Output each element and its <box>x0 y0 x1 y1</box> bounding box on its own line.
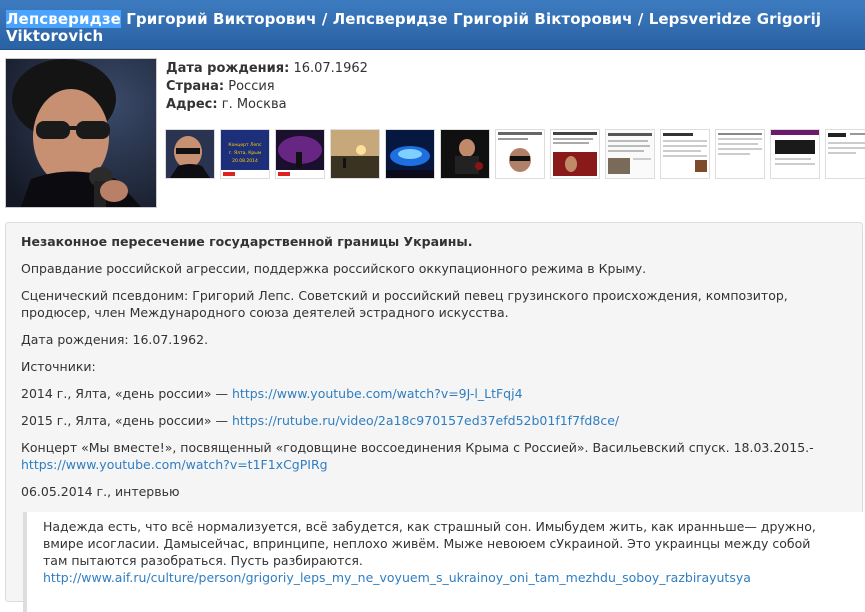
source-item: 2015 г., Ялта, «день россии» — https://r… <box>21 412 619 429</box>
gallery-thumbnail[interactable] <box>550 129 600 179</box>
source-text: Концерт «Мы вместе!», посвященный «годов… <box>21 440 814 455</box>
gallery-thumbnail[interactable] <box>440 129 490 179</box>
quote-text: там пытаются разобраться. Пусть разбираю… <box>43 553 363 568</box>
profile-info: Дата рождения: 16.07.1962 Страна: Россия… <box>166 60 368 114</box>
birth-date-value: 16.07.1962 <box>293 61 368 76</box>
gallery-thumbnail[interactable] <box>495 129 545 179</box>
birth-date-label: Дата рождения: <box>166 61 290 76</box>
description-paragraph: Оправдание российской агрессии, поддержк… <box>21 261 647 276</box>
page-header: Лепсверидзе Григорий Викторович / Лепсве… <box>0 0 865 50</box>
profile-photo[interactable] <box>5 58 157 208</box>
quote-source-link[interactable]: http://www.aif.ru/culture/person/grigori… <box>43 570 751 585</box>
source-link[interactable]: https://www.youtube.com/watch?v=t1F1xCgP… <box>21 457 328 472</box>
gallery-thumbnail[interactable] <box>330 129 380 179</box>
country-value: Россия <box>228 79 275 94</box>
source-link[interactable]: https://www.youtube.com/watch?v=9J-l_LtF… <box>232 386 523 401</box>
quote-text: вмире исогласии. Дамысейчас, впринципе, … <box>43 536 811 551</box>
source-text: 2015 г., Ялта, «день россии» — <box>21 413 232 428</box>
gallery-thumbnail[interactable] <box>660 129 710 179</box>
title-text-line2: Viktorovich <box>6 27 104 45</box>
quote-link-row: http://www.aif.ru/culture/person/grigori… <box>43 569 863 586</box>
birth-date-row: Дата рождения: 16.07.1962 <box>166 60 368 78</box>
source-link[interactable]: https://rutube.ru/video/2a18c970157ed37e… <box>232 413 619 428</box>
address-value: г. Москва <box>221 97 287 112</box>
title-highlight: Лепсверидзе <box>6 10 121 28</box>
gallery-thumbnail[interactable]: Концерт Лепс г. Ялта, Крым 20.08.2014 <box>220 129 270 179</box>
svg-text:20.08.2014: 20.08.2014 <box>232 158 258 164</box>
address-row: Адрес: г. Москва <box>166 96 368 114</box>
profile-photo-image <box>6 59 156 207</box>
source-text: 2014 г., Ялта, «день россии» — <box>21 386 232 401</box>
source-item-link: https://www.youtube.com/watch?v=t1F1xCgP… <box>21 456 328 473</box>
address-label: Адрес: <box>166 97 218 112</box>
description-paragraph: Сценический псевдоним: Григорий Лепс. Со… <box>21 288 788 303</box>
gallery-thumbnail[interactable] <box>165 129 215 179</box>
title-text: Григорий Викторович / Лепсверидзе Григор… <box>120 10 822 28</box>
source-item: Концерт «Мы вместе!», посвященный «годов… <box>21 439 814 456</box>
interview-quote: Надежда есть, что всё нормализуется, всё… <box>23 512 863 612</box>
svg-text:г. Ялта, Крым: г. Ялта, Крым <box>229 150 261 156</box>
country-label: Страна: <box>166 79 225 94</box>
violation-heading: Незаконное пересечение государственной г… <box>21 234 473 249</box>
description-panel: Незаконное пересечение государственной г… <box>5 222 863 612</box>
svg-text:Концерт Лепс: Концерт Лепс <box>228 142 262 148</box>
source-item: 2014 г., Ялта, «день россии» — https://w… <box>21 385 523 402</box>
interview-date: 06.05.2014 г., интервью <box>21 484 180 499</box>
gallery-thumbnail[interactable] <box>715 129 765 179</box>
gallery-thumbnail[interactable] <box>385 129 435 179</box>
birth-date-paragraph: Дата рождения: 16.07.1962. <box>21 332 209 347</box>
country-row: Страна: Россия <box>166 78 368 96</box>
gallery-thumbnail[interactable] <box>825 129 865 179</box>
sources-label: Источники: <box>21 359 96 374</box>
description-paragraph-cont: продюсер, член Международного союза деят… <box>21 305 509 320</box>
page-title: Лепсверидзе Григорий Викторович / Лепсве… <box>6 10 857 45</box>
quote-text: Надежда есть, что всё нормализуется, всё… <box>43 519 816 534</box>
gallery-thumbnail[interactable] <box>770 129 820 179</box>
gallery-thumbnail[interactable] <box>605 129 655 179</box>
gallery-thumbnail[interactable] <box>275 129 325 179</box>
